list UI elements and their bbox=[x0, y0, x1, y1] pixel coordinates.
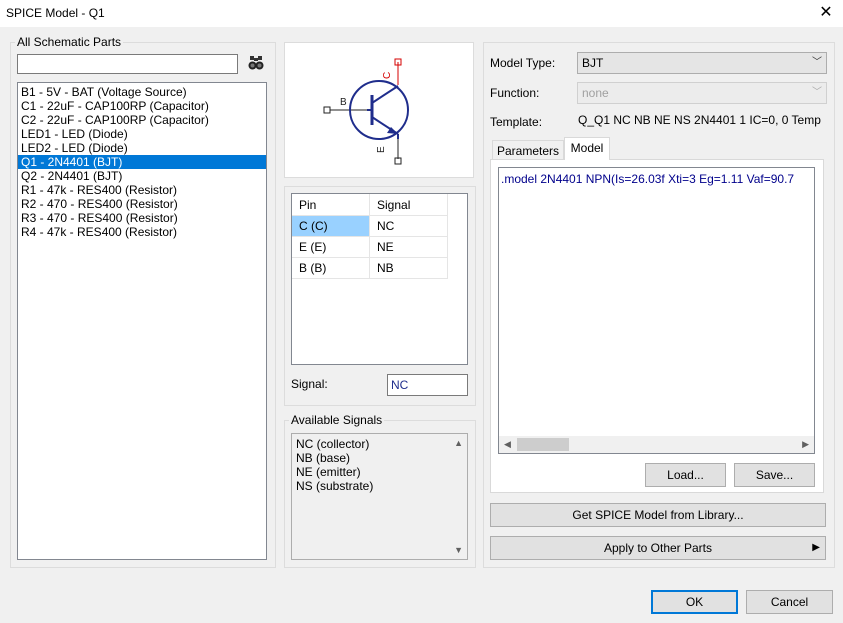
pin-cell[interactable]: B (B) bbox=[292, 258, 370, 279]
save-button[interactable]: Save... bbox=[734, 463, 815, 487]
scrollbar-thumb[interactable] bbox=[517, 438, 569, 451]
function-label: Function: bbox=[490, 86, 540, 100]
get-spice-model-button[interactable]: Get SPICE Model from Library... bbox=[490, 503, 826, 527]
template-value: Q_Q1 NC NB NE NS 2N4401 1 IC=0, 0 Temp bbox=[578, 113, 821, 127]
scroll-up-icon[interactable]: ▲ bbox=[454, 438, 463, 448]
list-item[interactable]: Q2 - 2N4401 (BJT) bbox=[18, 169, 266, 183]
list-item[interactable]: LED1 - LED (Diode) bbox=[18, 127, 266, 141]
template-label: Template: bbox=[490, 115, 543, 129]
list-item[interactable]: R1 - 47k - RES400 (Resistor) bbox=[18, 183, 266, 197]
scroll-right-icon[interactable]: ▶ bbox=[802, 439, 809, 450]
function-select[interactable]: none ﹀ bbox=[577, 82, 827, 104]
parts-group-label: All Schematic Parts bbox=[15, 35, 124, 49]
binoculars-icon[interactable] bbox=[248, 55, 264, 71]
scroll-left-icon[interactable]: ◀ bbox=[504, 439, 511, 450]
signal-column-header: Signal bbox=[370, 194, 448, 216]
list-item[interactable]: NS (substrate) bbox=[296, 479, 467, 493]
list-item[interactable]: C2 - 22uF - CAP100RP (Capacitor) bbox=[18, 113, 266, 127]
available-signals-list[interactable]: NC (collector) NB (base) NE (emitter) NS… bbox=[291, 433, 468, 560]
list-item[interactable]: B1 - 5V - BAT (Voltage Source) bbox=[18, 85, 266, 99]
list-item[interactable]: R3 - 470 - RES400 (Resistor) bbox=[18, 211, 266, 225]
title-bar: SPICE Model - Q1 ✕ bbox=[0, 0, 843, 27]
available-signals-label: Available Signals bbox=[289, 413, 385, 427]
window-title: SPICE Model - Q1 bbox=[6, 6, 105, 20]
part-search-input[interactable] bbox=[17, 54, 238, 74]
ok-button[interactable]: OK bbox=[651, 590, 738, 614]
tab-model[interactable]: Model bbox=[564, 137, 610, 160]
pin-c-label: C bbox=[382, 72, 393, 79]
pin-grid[interactable]: Pin Signal C (C) NC E (E) NE B (B) NB bbox=[291, 193, 468, 365]
model-text-area[interactable]: .model 2N4401 NPN(Is=26.03f Xti=3 Eg=1.1… bbox=[498, 167, 815, 454]
list-item[interactable]: LED2 - LED (Diode) bbox=[18, 141, 266, 155]
signal-cell[interactable]: NC bbox=[370, 216, 448, 237]
pin-cell[interactable]: E (E) bbox=[292, 237, 370, 258]
chevron-down-icon: ﹀ bbox=[812, 87, 822, 98]
list-item[interactable]: R4 - 47k - RES400 (Resistor) bbox=[18, 225, 266, 239]
list-item-selected[interactable]: Q1 - 2N4401 (BJT) bbox=[18, 155, 266, 169]
parts-list[interactable]: B1 - 5V - BAT (Voltage Source) C1 - 22uF… bbox=[17, 82, 267, 560]
load-button[interactable]: Load... bbox=[645, 463, 726, 487]
pin-cell-selected[interactable]: C (C) bbox=[292, 216, 370, 237]
model-type-select[interactable]: BJT ﹀ bbox=[577, 52, 827, 74]
pin-column-header: Pin bbox=[292, 194, 370, 216]
list-item[interactable]: R2 - 470 - RES400 (Resistor) bbox=[18, 197, 266, 211]
triangle-right-icon: ▶ bbox=[812, 542, 820, 553]
transistor-symbol-icon: B C E bbox=[323, 58, 409, 165]
list-item[interactable]: C1 - 22uF - CAP100RP (Capacitor) bbox=[18, 99, 266, 113]
list-item[interactable]: NC (collector) bbox=[296, 437, 467, 451]
pin-e-label: E bbox=[376, 146, 387, 153]
apply-to-other-parts-button[interactable]: Apply to Other Parts ▶ bbox=[490, 536, 826, 560]
symbol-preview: B C E bbox=[284, 42, 474, 178]
chevron-down-icon: ﹀ bbox=[812, 57, 822, 68]
close-icon[interactable]: ✕ bbox=[812, 2, 840, 24]
signal-input[interactable]: NC bbox=[387, 374, 468, 396]
model-text[interactable]: .model 2N4401 NPN(Is=26.03f Xti=3 Eg=1.1… bbox=[501, 172, 794, 186]
list-item[interactable]: NB (base) bbox=[296, 451, 467, 465]
list-item[interactable]: NE (emitter) bbox=[296, 465, 467, 479]
scroll-down-icon[interactable]: ▼ bbox=[454, 545, 463, 555]
model-type-label: Model Type: bbox=[490, 56, 556, 70]
horizontal-scrollbar[interactable]: ◀ ▶ bbox=[499, 436, 814, 453]
apply-label: Apply to Other Parts bbox=[603, 541, 713, 555]
pin-b-label: B bbox=[340, 97, 347, 108]
function-value: none bbox=[582, 86, 609, 100]
model-type-value: BJT bbox=[582, 56, 604, 70]
signal-label: Signal: bbox=[291, 377, 328, 391]
tab-parameters[interactable]: Parameters bbox=[492, 140, 564, 160]
cancel-button[interactable]: Cancel bbox=[746, 590, 833, 614]
signal-cell[interactable]: NB bbox=[370, 258, 448, 279]
signal-cell[interactable]: NE bbox=[370, 237, 448, 258]
